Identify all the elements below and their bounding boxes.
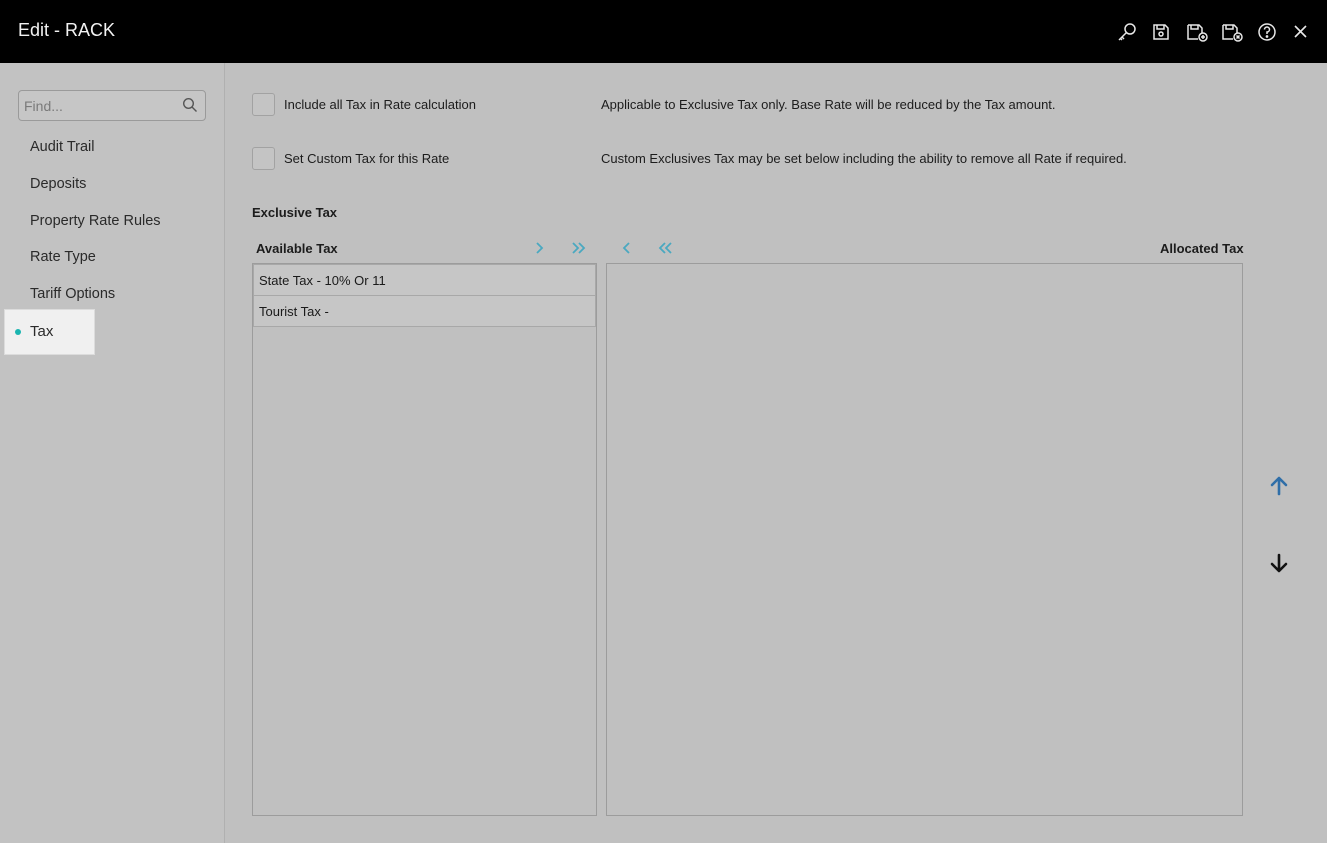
move-all-right-button[interactable] bbox=[570, 239, 588, 257]
section-title: Exclusive Tax bbox=[252, 205, 338, 220]
double-chevron-right-icon bbox=[572, 242, 586, 254]
active-indicator-dot bbox=[15, 329, 21, 335]
sidebar-item-rate-type[interactable]: Rate Type bbox=[30, 249, 96, 265]
available-tax-list[interactable]: State Tax - 10% Or 11 Tourist Tax - bbox=[252, 263, 597, 816]
window-title: Edit - RACK bbox=[18, 20, 116, 40]
close-icon[interactable] bbox=[1290, 21, 1312, 43]
move-all-left-button[interactable] bbox=[656, 239, 674, 257]
allocated-tax-list[interactable] bbox=[606, 263, 1243, 816]
sidebar-item-deposits[interactable]: Deposits bbox=[30, 176, 86, 192]
key-icon[interactable] bbox=[1116, 21, 1138, 43]
available-tax-heading: Available Tax bbox=[256, 241, 338, 256]
custom-tax-description: Custom Exclusives Tax may be set below i… bbox=[601, 151, 1127, 166]
sidebar-item-tax[interactable]: Tax bbox=[4, 309, 95, 355]
include-all-tax-label: Include all Tax in Rate calculation bbox=[284, 97, 476, 112]
title-bar: Edit - RACK bbox=[0, 0, 1327, 63]
custom-tax-checkbox[interactable] bbox=[252, 147, 275, 170]
save-new-icon[interactable] bbox=[1186, 21, 1208, 43]
sidebar-item-property-rate-rules[interactable]: Property Rate Rules bbox=[30, 213, 161, 229]
include-all-tax-description: Applicable to Exclusive Tax only. Base R… bbox=[601, 97, 1056, 112]
sidebar-item-tariff-options[interactable]: Tariff Options bbox=[30, 286, 115, 302]
arrow-up-icon bbox=[1270, 476, 1288, 496]
help-icon[interactable] bbox=[1256, 21, 1278, 43]
move-down-button[interactable] bbox=[1268, 551, 1290, 575]
custom-tax-label: Set Custom Tax for this Rate bbox=[284, 151, 450, 166]
include-all-tax-checkbox[interactable] bbox=[252, 93, 275, 116]
list-item[interactable]: State Tax - 10% Or 11 bbox=[253, 264, 596, 296]
save-icon[interactable] bbox=[1150, 21, 1172, 43]
move-left-button[interactable] bbox=[618, 239, 636, 257]
chevron-left-icon bbox=[622, 242, 630, 254]
sidebar-item-label: Tax bbox=[30, 323, 54, 340]
move-right-button[interactable] bbox=[531, 239, 549, 257]
search-icon[interactable] bbox=[182, 97, 198, 113]
double-chevron-left-icon bbox=[658, 242, 672, 254]
chevron-right-icon bbox=[536, 242, 544, 254]
search-box[interactable] bbox=[18, 90, 206, 121]
move-up-button[interactable] bbox=[1268, 474, 1290, 498]
search-input[interactable] bbox=[24, 96, 174, 116]
arrow-down-icon bbox=[1270, 553, 1288, 573]
sidebar: Audit Trail Deposits Property Rate Rules… bbox=[0, 63, 225, 843]
save-close-icon[interactable] bbox=[1221, 21, 1243, 43]
allocated-tax-heading: Allocated Tax bbox=[1160, 241, 1244, 256]
sidebar-item-audit-trail[interactable]: Audit Trail bbox=[30, 139, 94, 155]
list-item[interactable]: Tourist Tax - bbox=[253, 295, 596, 327]
